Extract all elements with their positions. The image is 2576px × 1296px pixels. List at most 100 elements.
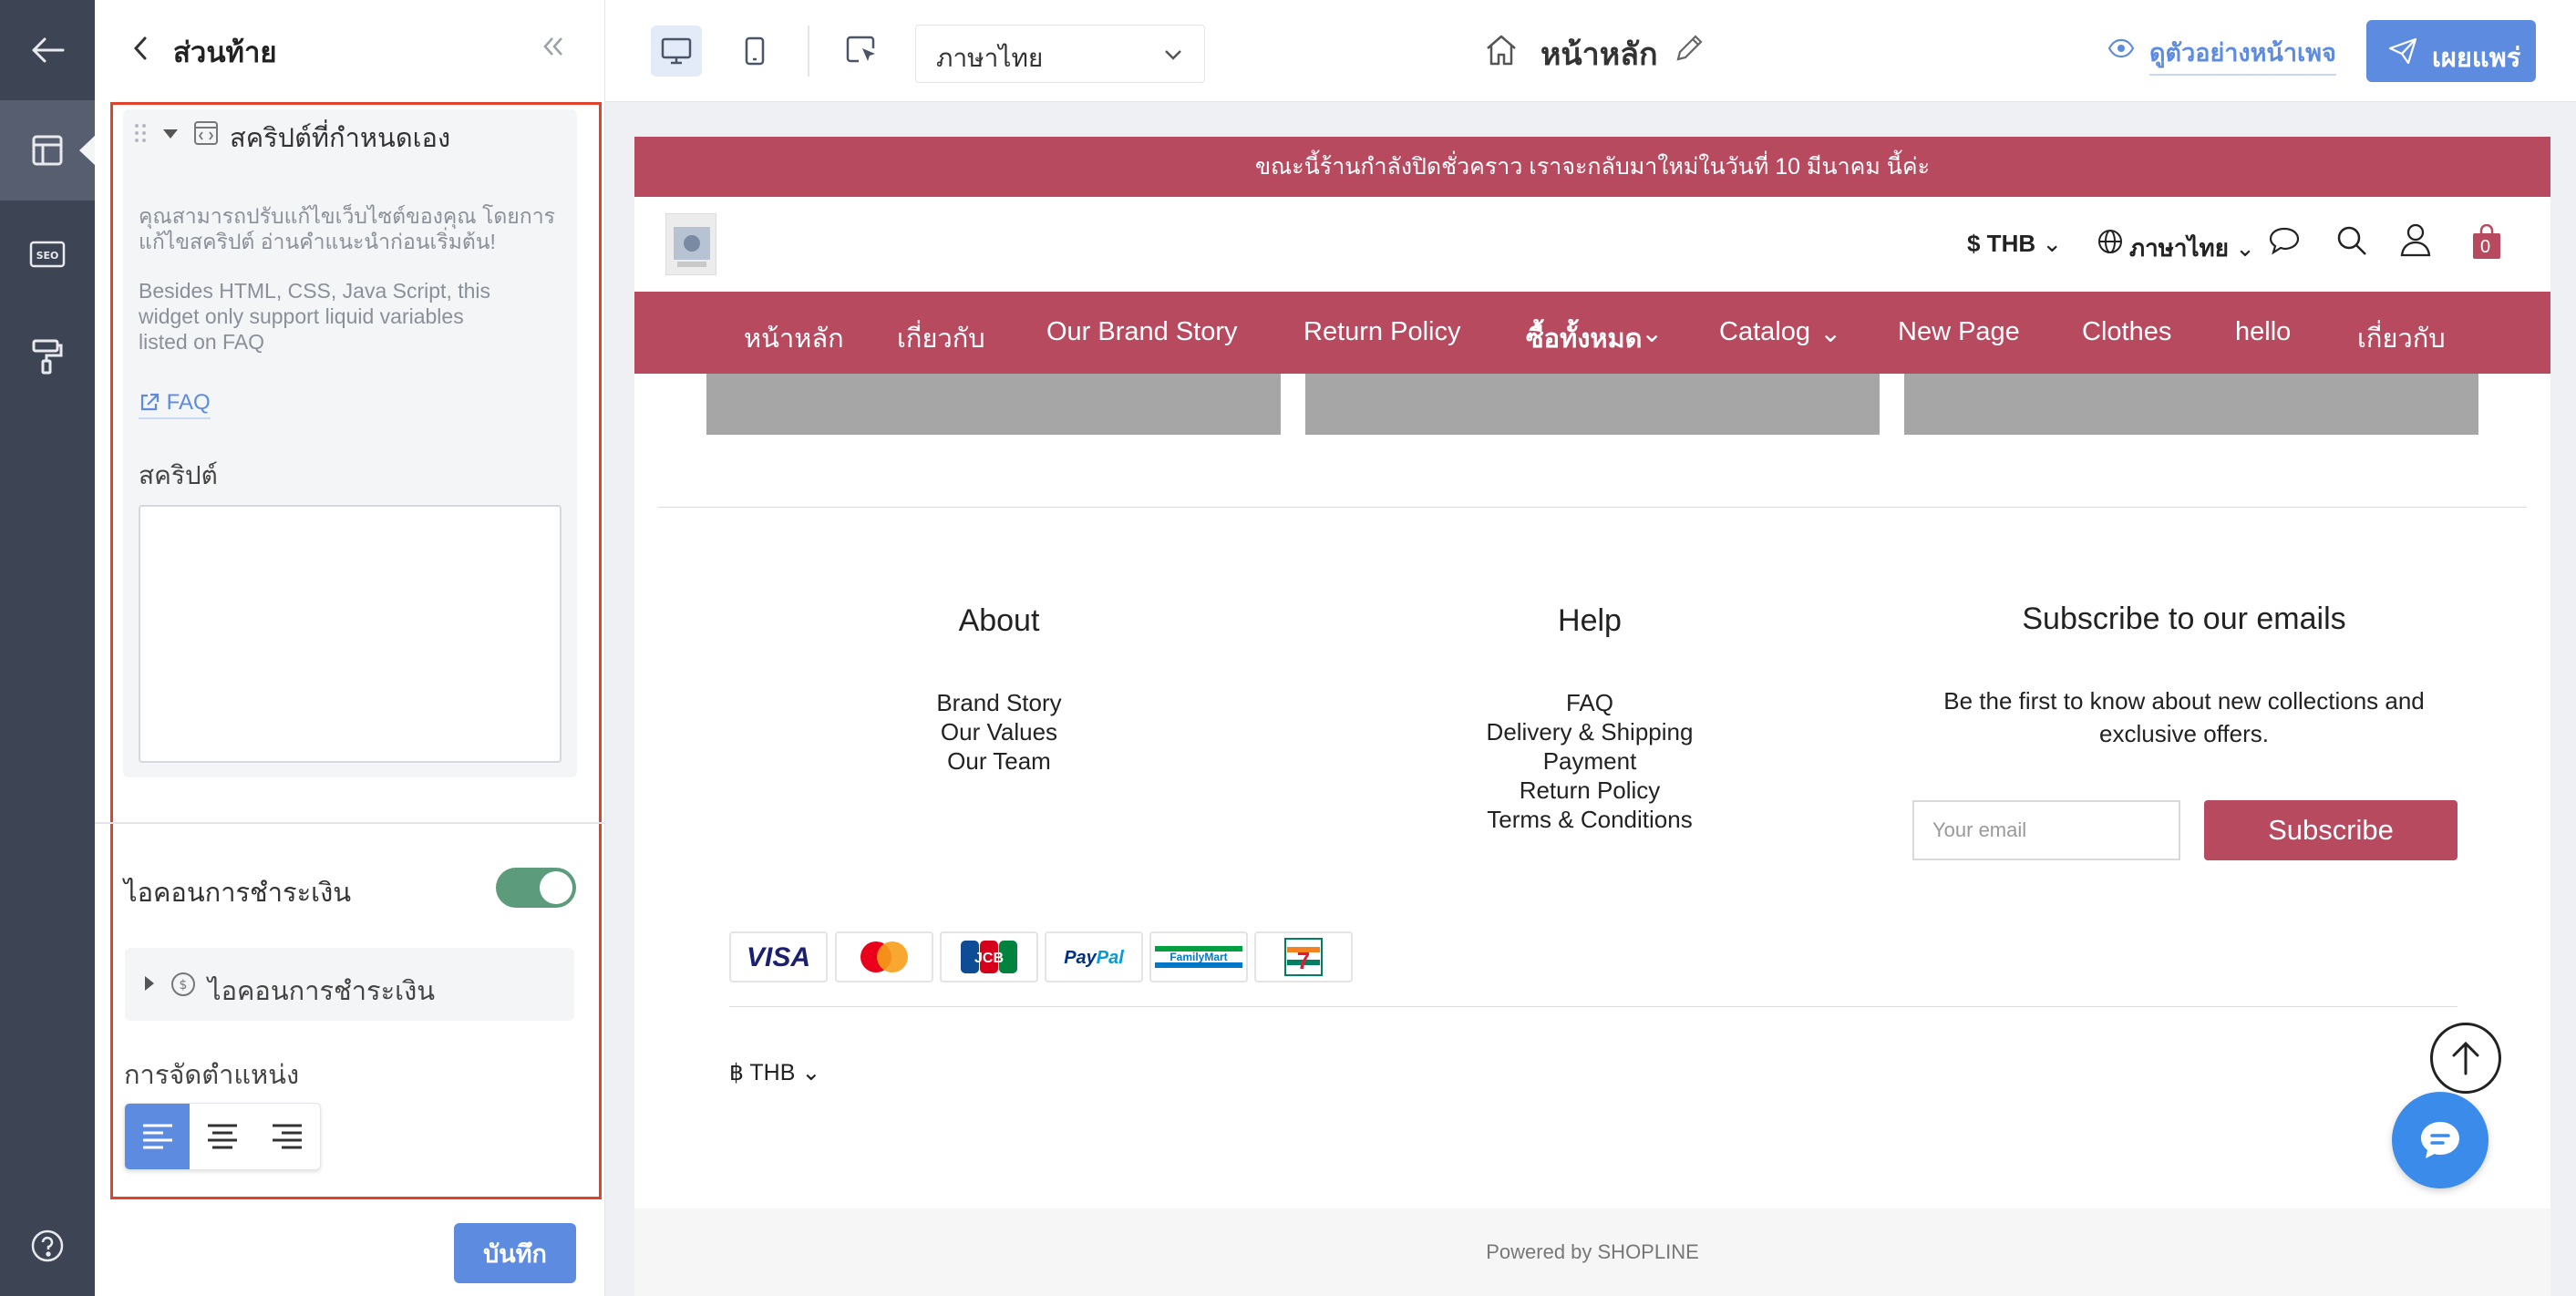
widget-desc-en-1: Besides HTML, CSS, Java Script, this — [139, 279, 491, 303]
publish-button[interactable]: เผยแพร่ — [2366, 20, 2536, 82]
footer-link[interactable]: Our Values — [817, 718, 1181, 746]
footer-currency-selector[interactable]: ฿ THB ⌄ — [729, 1059, 820, 1086]
select-element-button[interactable] — [837, 26, 888, 77]
send-icon — [2388, 37, 2417, 65]
chevron-left-icon[interactable] — [131, 35, 149, 67]
desktop-view-button[interactable] — [651, 26, 702, 77]
pencil-icon[interactable] — [1674, 33, 1705, 68]
store-navigation: หน้าหลัก เกี่ยวกับ Our Brand Story Retur… — [634, 292, 2550, 374]
nav-item[interactable]: เกี่ยวกับ — [2357, 317, 2446, 359]
subscribe-button[interactable]: Subscribe — [2204, 800, 2458, 860]
store-logo[interactable] — [665, 213, 716, 275]
app-rail: SEO — [0, 0, 96, 1296]
subscribe-description-2: exclusive offers. — [2099, 720, 2269, 747]
nav-item[interactable]: เกี่ยวกับ — [897, 317, 985, 359]
section-divider — [95, 822, 605, 824]
familymart-icon: FamilyMart — [1149, 931, 1248, 982]
scroll-to-top-button[interactable] — [2430, 1023, 2501, 1094]
footer-link[interactable]: Delivery & Shipping — [1407, 718, 1772, 746]
preview-page-link[interactable]: ดูตัวอย่างหน้าเพจ — [2149, 33, 2336, 76]
storefront-preview: ขณะนี้ร้านกำลังปิดชั่วคราว เราจะกลับมาให… — [634, 137, 2550, 1296]
nav-item[interactable]: ซื้อทั้งหมด — [1526, 317, 1642, 359]
faq-link[interactable]: FAQ — [139, 390, 211, 419]
panel-header: ส่วนท้าย — [95, 0, 605, 100]
cart-count: 0 — [2480, 237, 2491, 257]
nav-item[interactable]: Our Brand Story — [1046, 317, 1238, 347]
announcement-bar: ขณะนี้ร้านกำลังปิดชั่วคราว เราจะกลับมาให… — [634, 137, 2550, 197]
powered-by-bar: Powered by SHOPLINE — [634, 1209, 2550, 1296]
nav-item[interactable]: New Page — [1898, 317, 2020, 347]
align-right-icon — [273, 1124, 303, 1149]
user-icon[interactable] — [2399, 222, 2432, 262]
cart-icon[interactable]: 0 — [2472, 224, 2501, 261]
mastercard-icon — [835, 931, 933, 982]
chat-icon[interactable] — [2268, 226, 2301, 260]
nav-item[interactable]: Clothes — [2082, 317, 2171, 347]
collapse-panel-icon[interactable] — [541, 35, 565, 63]
language-select-value: ภาษาไทย — [936, 44, 1044, 72]
layout-icon[interactable] — [0, 100, 96, 201]
chevron-down-icon: ⌄ — [1641, 319, 1664, 348]
product-image-placeholder[interactable] — [706, 374, 1281, 435]
live-chat-button[interactable] — [2392, 1092, 2488, 1188]
globe-icon — [2097, 228, 2124, 260]
toggle-knob — [540, 871, 572, 904]
seven-eleven-icon: 7 — [1254, 931, 1353, 982]
nav-item[interactable]: หน้าหลัก — [744, 317, 844, 359]
subscribe-description-1: Be the first to know about new collectio… — [1943, 687, 2425, 715]
help-icon[interactable] — [0, 1196, 95, 1296]
widget-desc-en-3: listed on FAQ — [139, 330, 265, 354]
caret-down-icon[interactable] — [162, 128, 179, 144]
currency-value: $ THB — [1967, 230, 2036, 257]
chevron-down-icon: ⌄ — [1819, 319, 1842, 348]
nav-item[interactable]: hello — [2235, 317, 2291, 347]
align-left-button[interactable] — [125, 1104, 191, 1169]
widget-desc-th-2: แก้ไขสคริปต์ อ่านคำแนะนำก่อนเริ่มต้น! — [139, 230, 496, 253]
payment-icons-toggle-label: ไอคอนการชำระเงิน — [124, 879, 352, 908]
panel-title: ส่วนท้าย — [173, 36, 277, 68]
currency-selector[interactable]: $ THB ⌄ — [1967, 230, 2062, 258]
back-arrow-icon[interactable] — [0, 0, 95, 100]
alignment-label: การจัดตำแหน่ง — [124, 1061, 300, 1090]
email-input-placeholder: Your email — [1932, 818, 2027, 841]
footer-link[interactable]: Return Policy — [1407, 777, 1772, 805]
logo-image-icon — [674, 227, 710, 267]
align-right-button[interactable] — [255, 1104, 320, 1169]
footer-link[interactable]: FAQ — [1407, 689, 1772, 717]
language-select[interactable]: ภาษาไทย — [915, 25, 1205, 83]
paint-roller-icon[interactable] — [0, 306, 95, 406]
code-block-icon — [193, 120, 219, 150]
widget-desc-en-2: widget only support liquid variables — [139, 304, 464, 328]
toolbar-separator — [808, 26, 809, 77]
align-center-button[interactable] — [190, 1104, 254, 1169]
footer-link[interactable]: Brand Story — [817, 689, 1181, 717]
script-label: สคริปต์ — [139, 461, 218, 489]
seo-icon[interactable]: SEO — [0, 204, 95, 304]
chat-bubble-icon — [2421, 1122, 2459, 1158]
home-icon — [1484, 33, 1519, 72]
mobile-view-button[interactable] — [729, 26, 780, 77]
page-title: หน้าหลัก — [1540, 37, 1658, 72]
save-button[interactable]: บันทึก — [454, 1223, 576, 1283]
script-textarea[interactable] — [139, 505, 562, 763]
footer-link[interactable]: Our Team — [817, 747, 1181, 776]
footer-link[interactable]: Terms & Conditions — [1407, 806, 1772, 834]
desktop-icon — [661, 37, 692, 65]
faq-link-label: FAQ — [166, 390, 211, 415]
drag-handle-icon[interactable] — [133, 120, 148, 150]
jcb-icon: JCB — [940, 931, 1038, 982]
caret-right-icon[interactable] — [144, 975, 155, 996]
footer-link[interactable]: Payment — [1407, 747, 1772, 776]
product-image-placeholder[interactable] — [1904, 374, 2478, 435]
arrow-up-icon — [2452, 1041, 2479, 1075]
nav-item[interactable]: Catalog — [1719, 317, 1810, 347]
search-icon[interactable] — [2335, 224, 2368, 262]
nav-item[interactable]: Return Policy — [1303, 317, 1460, 347]
product-image-placeholder[interactable] — [1305, 374, 1880, 435]
eye-icon — [2107, 38, 2135, 63]
payment-icons-toggle[interactable] — [496, 868, 576, 908]
chevron-down-icon: ⌄ — [2042, 230, 2063, 257]
store-language-selector[interactable]: ภาษาไทย ⌄ — [2129, 230, 2255, 267]
email-input[interactable]: Your email — [1912, 800, 2180, 860]
svg-text:SEO: SEO — [36, 250, 59, 262]
